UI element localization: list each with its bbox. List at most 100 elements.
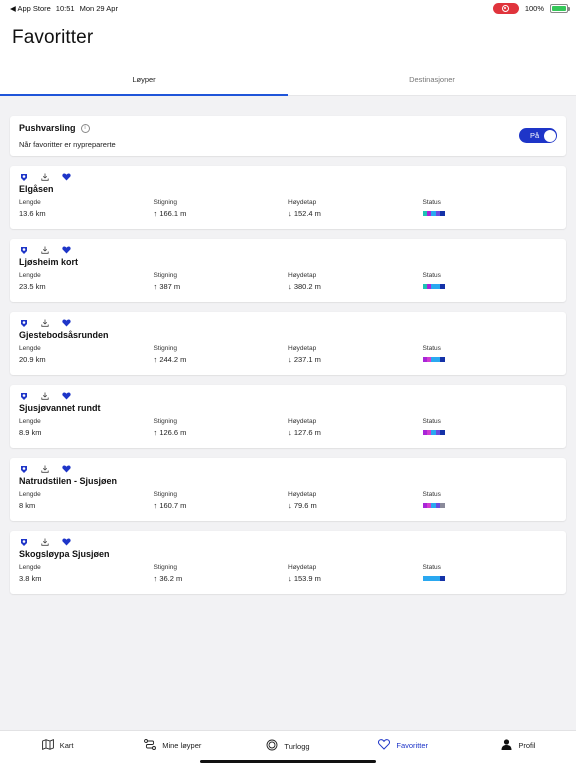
status-indicator xyxy=(422,576,445,581)
heart-icon[interactable] xyxy=(61,318,71,328)
climb-value: ↑ 244.2 m xyxy=(153,355,187,364)
climb-value: ↑ 36.2 m xyxy=(153,574,183,583)
trail-name: Gjestebodsåsrunden xyxy=(19,330,109,340)
heart-icon[interactable] xyxy=(61,464,71,474)
badge-icon xyxy=(19,318,29,328)
push-toggle[interactable]: På xyxy=(519,128,557,143)
back-to-app-store[interactable]: ◀ App Store xyxy=(10,4,51,13)
trail-name: Sjusjøvannet rundt xyxy=(19,403,101,413)
toggle-knob xyxy=(543,129,556,142)
trail-card[interactable]: Ljøsheim kort Lengde 23.5 km Stigning ↑ … xyxy=(10,239,566,302)
download-icon[interactable] xyxy=(40,245,50,255)
route-icon xyxy=(144,739,157,752)
nav-label: Favoritter xyxy=(396,741,429,750)
download-icon[interactable] xyxy=(40,318,50,328)
status-label: Status xyxy=(422,345,441,352)
trail-name: Natrudstilen - Sjusjøen xyxy=(19,476,118,486)
length-label: Lengde xyxy=(19,272,41,279)
heart-icon xyxy=(378,739,391,752)
tab-loyper[interactable]: Løyper xyxy=(0,58,288,96)
system-status-bar: ◀ App Store 10:51 Mon 29 Apr 100% xyxy=(0,0,576,14)
status-label: Status xyxy=(422,491,441,498)
climb-value: ↑ 160.7 m xyxy=(153,501,187,510)
descent-value: ↓ 380.2 m xyxy=(288,282,321,291)
length-label: Lengde xyxy=(19,345,41,352)
length-value: 8.9 km xyxy=(19,428,42,437)
heart-icon[interactable] xyxy=(61,537,71,547)
nav-kart[interactable]: Kart xyxy=(0,739,115,752)
length-value: 3.8 km xyxy=(19,574,42,583)
descent-value: ↓ 153.9 m xyxy=(288,574,321,583)
length-value: 20.9 km xyxy=(19,355,46,364)
descent-label: Høydetap xyxy=(288,564,317,571)
trail-card[interactable]: Gjestebodsåsrunden Lengde 20.9 km Stigni… xyxy=(10,312,566,375)
climb-value: ↑ 387 m xyxy=(153,282,181,291)
status-segment xyxy=(440,284,445,289)
status-indicator xyxy=(422,284,445,289)
trail-card[interactable]: Elgåsen Lengde 13.6 km Stigning ↑ 166.1 … xyxy=(10,166,566,229)
download-icon[interactable] xyxy=(40,391,50,401)
nav-favoritter[interactable]: Favoritter xyxy=(346,739,461,752)
nav-mine-loyper[interactable]: Mine løyper xyxy=(115,739,230,752)
download-icon[interactable] xyxy=(40,172,50,182)
status-segment xyxy=(440,211,445,216)
status-segment xyxy=(440,357,445,362)
status-indicator xyxy=(422,430,445,435)
download-icon[interactable] xyxy=(40,464,50,474)
nav-turlogg[interactable]: Turlogg xyxy=(230,739,345,753)
push-title: Pushvarsling xyxy=(19,123,76,133)
status-label: Status xyxy=(422,418,441,425)
main-content: Pushvarsling i Når favoritter er nyprepa… xyxy=(0,96,576,594)
climb-label: Stigning xyxy=(153,418,178,425)
heart-icon[interactable] xyxy=(61,172,71,182)
status-label: Status xyxy=(422,272,441,279)
status-indicator xyxy=(422,211,445,216)
climb-label: Stigning xyxy=(153,345,178,352)
descent-value: ↓ 79.6 m xyxy=(288,501,317,510)
trail-card[interactable]: Natrudstilen - Sjusjøen Lengde 8 km Stig… xyxy=(10,458,566,521)
nav-label: Profil xyxy=(518,741,536,750)
push-subtitle: Når favoritter er nypreparerte xyxy=(19,140,116,149)
heart-icon[interactable] xyxy=(61,391,71,401)
descent-label: Høydetap xyxy=(288,199,317,206)
climb-value: ↑ 126.6 m xyxy=(153,428,187,437)
battery-icon xyxy=(550,3,570,13)
length-value: 13.6 km xyxy=(19,209,46,218)
status-indicator xyxy=(422,503,445,508)
climb-label: Stigning xyxy=(153,272,178,279)
descent-label: Høydetap xyxy=(288,272,317,279)
map-icon xyxy=(41,739,54,752)
battery-percent: 100% xyxy=(524,3,544,13)
date: Mon 29 Apr xyxy=(79,3,118,13)
nav-label: Turlogg xyxy=(284,741,310,751)
nav-label: Kart xyxy=(59,741,74,750)
tab-destinasjoner[interactable]: Destinasjoner xyxy=(288,58,576,96)
info-icon[interactable]: i xyxy=(80,123,90,133)
home-indicator[interactable] xyxy=(200,760,376,763)
badge-icon xyxy=(19,172,29,182)
clock: 10:51 xyxy=(55,3,75,13)
length-value: 23.5 km xyxy=(19,282,46,291)
trail-name: Elgåsen xyxy=(19,184,54,194)
trail-card[interactable]: Sjusjøvannet rundt Lengde 8.9 km Stignin… xyxy=(10,385,566,448)
length-label: Lengde xyxy=(19,491,41,498)
status-segment xyxy=(440,430,445,435)
header-area: ◀ App Store 10:51 Mon 29 Apr 100% Favori… xyxy=(0,0,576,96)
heart-icon[interactable] xyxy=(61,245,71,255)
trail-card[interactable]: Skogsløypa Sjusjøen Lengde 3.8 km Stigni… xyxy=(10,531,566,594)
climb-label: Stigning xyxy=(153,564,178,571)
nav-label: Mine løyper xyxy=(162,741,202,750)
tab-bar: Løyper Destinasjoner xyxy=(0,58,576,96)
push-notification-card: Pushvarsling i Når favoritter er nyprepa… xyxy=(10,116,566,156)
badge-icon xyxy=(19,245,29,255)
descent-value: ↓ 237.1 m xyxy=(288,355,321,364)
bottom-navigation: Kart Mine løyper Turlogg Favoritter Prof… xyxy=(0,730,576,768)
status-label: Status xyxy=(422,564,441,571)
screen-recording-icon[interactable] xyxy=(492,2,519,14)
download-icon[interactable] xyxy=(40,537,50,547)
descent-label: Høydetap xyxy=(288,491,317,498)
descent-value: ↓ 152.4 m xyxy=(288,209,321,218)
trail-list: Elgåsen Lengde 13.6 km Stigning ↑ 166.1 … xyxy=(10,166,566,594)
length-label: Lengde xyxy=(19,418,41,425)
nav-profil[interactable]: Profil xyxy=(461,739,576,752)
